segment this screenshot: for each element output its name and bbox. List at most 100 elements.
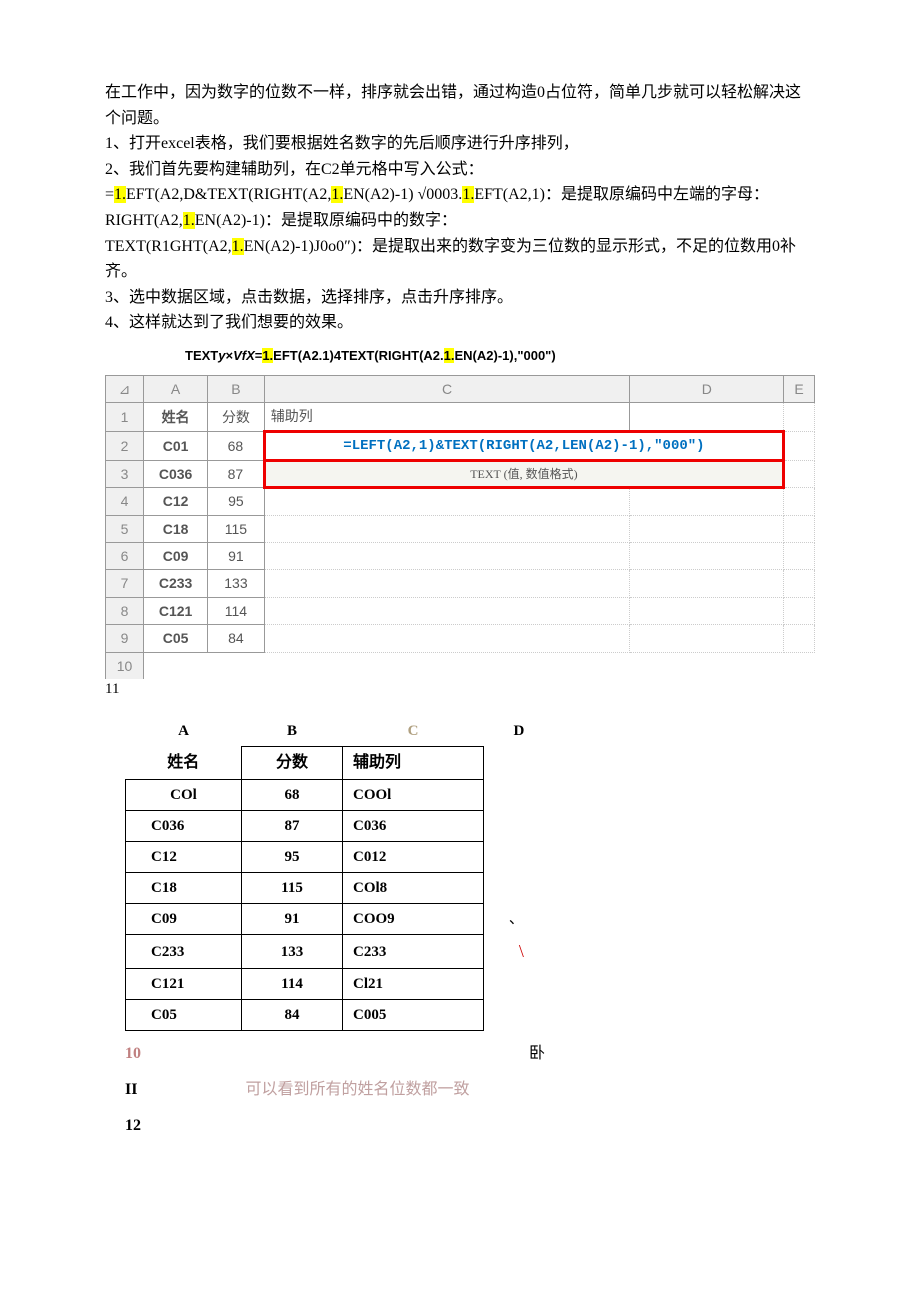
t2-col-b: B [242,716,343,747]
r5-a: C18 [144,515,208,542]
r4-a: C12 [144,488,208,515]
foot-ii: II [125,1081,137,1098]
ft-one: 1. [262,348,273,363]
r7-a: C233 [144,570,208,597]
t2-h3: 辅助列 [343,747,484,780]
ft-one2: 1. [444,348,455,363]
eleven-label: 11 [105,677,815,701]
r9-b: 84 [208,625,265,652]
r6-b: 91 [208,543,265,570]
ft-mid1: EFT(A2.1)4TEXT(RIGHT(A2. [273,348,443,363]
row-6-num: 6 [106,543,144,570]
p5-a: TEXT(R1GHT(A2, [105,238,232,255]
col-d-header: D [630,375,784,402]
t2-r1-a: COl [126,779,242,810]
p4-b: 1. [114,186,126,203]
t2-r1-b: 68 [242,779,343,810]
foot-wo: 卧 [529,1045,545,1062]
t2-r7-b: 114 [242,969,343,1000]
col-e-header: E [784,375,815,402]
t2-r3-b: 95 [242,841,343,872]
paragraph-5: TEXT(R1GHT(A2,1.EN(A2)-1)J0o0″)：是提取出来的数字… [105,234,815,285]
t2-r4-c: COl8 [343,872,484,903]
foot-note: 可以看到所有的姓名位数都一致 [245,1081,469,1098]
r2-b: 68 [208,431,265,460]
footer-row-10: 10 卧 [125,1041,815,1067]
paragraph-2: 1、打开excel表格，我们要根据姓名数字的先后顺序进行升序排列， [105,131,815,157]
t2-r2-b: 87 [242,810,343,841]
t2-r7-a: C121 [126,969,242,1000]
t2-r8-a: C05 [126,1000,242,1031]
t2-r5-c: COO9 [343,903,484,934]
formula-cell: =LEFT(A2,1)&TEXT(RIGHT(A2,LEN(A2)-1),"00… [264,431,783,460]
r2-a: C01 [144,431,208,460]
corner-cell: ⊿ [106,375,144,402]
h-score: 分数 [208,403,265,431]
r7-b: 133 [208,570,265,597]
row-8-num: 8 [106,597,144,624]
row-9-num: 9 [106,625,144,652]
row-10-num: 10 [106,652,144,679]
r3-a: C036 [144,460,208,487]
r5-b: 115 [208,515,265,542]
t2-col-c: C [343,716,484,747]
col-c-header: C [264,375,630,402]
footer-row-ii: II 可以看到所有的姓名位数都一致 [125,1077,815,1103]
p4-i: EN(A2)-1)：是提取原编码中的数字： [195,212,457,229]
paragraph-3: 2、我们首先要构建辅助列，在C2单元格中写入公式： [105,157,815,183]
t2-r5-a: C09 [126,903,242,934]
tooltip-cell: TEXT (值, 数值格式) [264,460,783,487]
t2-r2-c: C036 [343,810,484,841]
p4-e: EN(A2)-1) √0003. [343,186,462,203]
r6-a: C09 [144,543,208,570]
t2-r8-c: C005 [343,1000,484,1031]
r9-a: C05 [144,625,208,652]
r8-a: C121 [144,597,208,624]
result-table: A B C D 姓名 分数 辅助列 COl 68 COOl C036 87 C0… [125,716,535,1031]
slash-icon: \ [484,934,535,969]
t2-col-d: D [484,716,535,747]
p4-f: 1. [462,186,474,203]
t2-r6-a: C233 [126,934,242,969]
t2-r1-c: COOl [343,779,484,810]
row-4-num: 4 [106,488,144,515]
foot-10: 10 [125,1045,141,1062]
row-7-num: 7 [106,570,144,597]
t2-r6-b: 133 [242,934,343,969]
r4-b: 95 [208,488,265,515]
footer-row-12: 12 [125,1113,815,1139]
r3-b: 87 [208,460,265,487]
t2-col-a: A [126,716,242,747]
p5-b: 1. [232,238,244,255]
excel-screenshot-1: ⊿ A B C D E 1 姓名 分数 辅助列 2 C01 68 =LEFT(A… [105,375,815,679]
t2-r7-c: Cl21 [343,969,484,1000]
row-1-num: 1 [106,403,144,431]
paragraph-6: 3、选中数据区域，点击数据，选择排序，点击升序排序。 [105,285,815,311]
row-2-num: 2 [106,431,144,460]
h-name: 姓名 [144,403,208,431]
r8-b: 114 [208,597,265,624]
formula-ref-line: TEXTy×VfX=1.EFT(A2.1)4TEXT(RIGHT(A2.1.EN… [185,346,815,367]
row-5-num: 5 [106,515,144,542]
t2-r2-a: C036 [126,810,242,841]
t2-h1: 姓名 [126,747,242,780]
p4-a: = [105,186,114,203]
t2-r4-a: C18 [126,872,242,903]
row-3-num: 3 [106,460,144,487]
t2-r4-b: 115 [242,872,343,903]
col-a-header: A [144,375,208,402]
paragraph-7: 4、这样就达到了我们想要的效果。 [105,310,815,336]
paragraph-4: =1.EFT(A2,D&TEXT(RIGHT(A2,1.EN(A2)-1) √0… [105,182,815,233]
t2-r8-b: 84 [242,1000,343,1031]
ft-left: TEXT [185,348,218,363]
t2-r3-a: C12 [126,841,242,872]
t2-h2: 分数 [242,747,343,780]
t2-r6-c: C233 [343,934,484,969]
p4-h: 1. [183,212,195,229]
t2-r5-b: 91 [242,903,343,934]
ft-mid2: EN(A2)-1),"000") [454,348,555,363]
col-b-header: B [208,375,265,402]
t2-r3-c: C012 [343,841,484,872]
ft-x: × [225,348,233,363]
paragraph-1: 在工作中，因为数字的位数不一样，排序就会出错，通过构造0占位符，简单几步就可以轻… [105,80,815,131]
